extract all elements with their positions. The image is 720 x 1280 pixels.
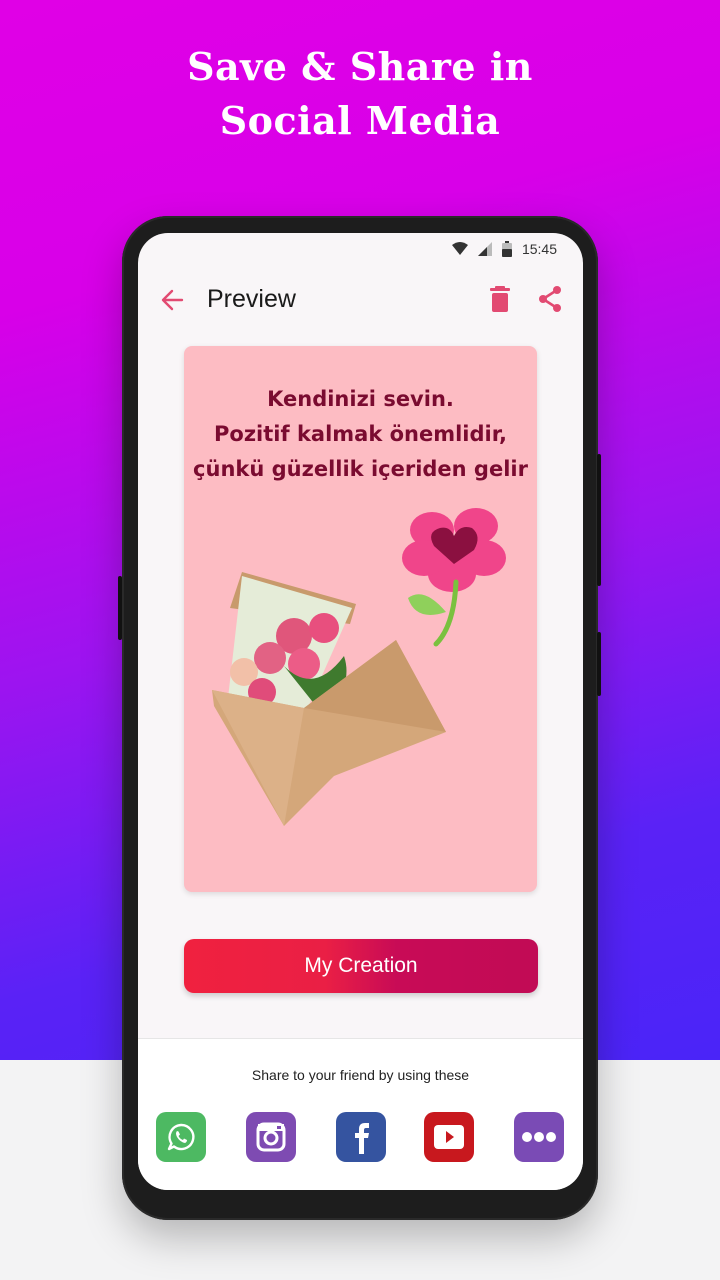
app-bar: Preview xyxy=(138,279,583,321)
phone-volume-button xyxy=(597,632,601,696)
card-illustration xyxy=(212,508,506,826)
battery-icon xyxy=(501,241,512,257)
share-youtube-button[interactable] xyxy=(424,1112,474,1162)
share-targets xyxy=(156,1112,566,1162)
share-facebook-button[interactable] xyxy=(336,1112,386,1162)
share-button[interactable] xyxy=(536,285,564,313)
quote-line: Kendinizi sevin. xyxy=(267,387,454,411)
headline-line-2: Social Media xyxy=(219,98,501,143)
arrow-left-icon xyxy=(161,289,184,311)
headline-line-1: Save & Share in xyxy=(187,44,533,89)
facebook-icon xyxy=(355,1123,369,1154)
card-quote: Kendinizi sevin. Pozitif kalmak önemlidi… xyxy=(184,382,537,487)
wifi-icon xyxy=(451,242,468,256)
heart-flower-icon xyxy=(402,508,506,647)
status-time: 15:45 xyxy=(521,241,557,257)
share-sheet: Share to your friend by using these xyxy=(138,1038,583,1190)
instagram-icon xyxy=(256,1122,286,1152)
whatsapp-icon xyxy=(167,1123,195,1151)
signal-icon xyxy=(477,242,492,256)
trash-icon xyxy=(490,286,510,312)
phone-screen: 15:45 Preview Kendinizi sevin. Pozitif k… xyxy=(138,233,583,1190)
status-bar: 15:45 xyxy=(138,233,583,265)
page-title: Preview xyxy=(207,285,296,313)
share-more-button[interactable] xyxy=(514,1112,564,1162)
quote-line: Pozitif kalmak önemlidir, xyxy=(214,422,507,446)
greeting-card-preview: Kendinizi sevin. Pozitif kalmak önemlidi… xyxy=(184,346,537,892)
envelope-with-roses-icon xyxy=(212,572,446,826)
youtube-icon xyxy=(434,1125,464,1149)
back-button[interactable] xyxy=(160,287,186,313)
promo-headline: Save & Share in Social Media xyxy=(0,40,720,148)
more-icon xyxy=(522,1132,556,1142)
share-instagram-button[interactable] xyxy=(246,1112,296,1162)
phone-power-button xyxy=(597,454,601,586)
share-sheet-label: Share to your friend by using these xyxy=(251,1067,470,1083)
my-creation-button[interactable]: My Creation xyxy=(184,939,538,993)
phone-side-button xyxy=(118,576,122,640)
quote-line: çünkü güzellik içeriden gelir xyxy=(193,457,528,481)
delete-button[interactable] xyxy=(488,285,512,313)
share-icon xyxy=(539,286,561,312)
share-whatsapp-button[interactable] xyxy=(156,1112,206,1162)
